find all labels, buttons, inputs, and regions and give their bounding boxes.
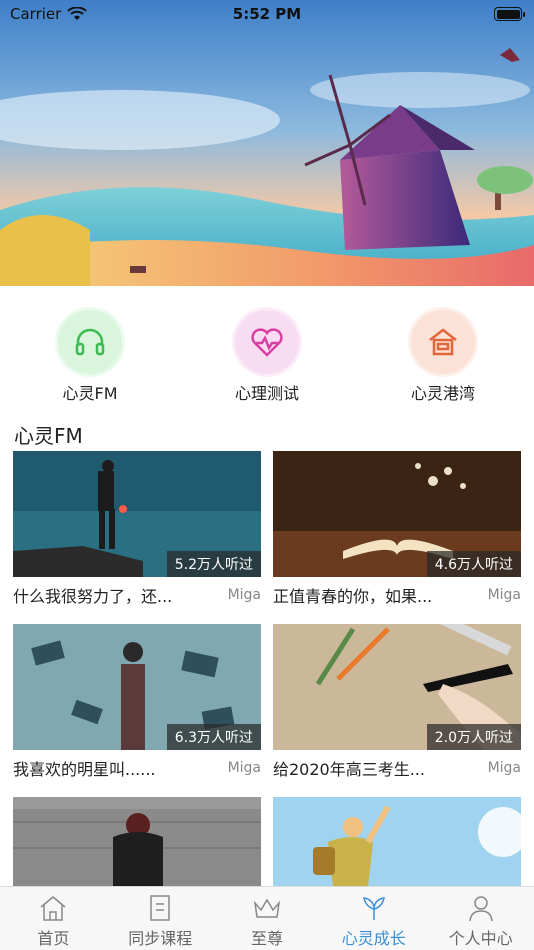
quick-entry-label: 心灵FM: [62, 384, 118, 403]
fm-card[interactable]: 2.0万人听过 给2020年高三考生... Miga: [273, 624, 521, 780]
tab-home[interactable]: 首页: [0, 887, 107, 950]
quick-entry-fm[interactable]: 心灵FM: [30, 310, 150, 404]
quick-entry-harbor[interactable]: 心灵港湾: [383, 310, 503, 404]
heart-pulse-icon: [235, 310, 299, 374]
banner-image[interactable]: [0, 0, 534, 286]
card-author: Miga: [227, 760, 261, 776]
tab-growth[interactable]: 心灵成长: [320, 887, 427, 950]
section-title: 心灵FM: [14, 424, 83, 448]
tab-label: 个人中心: [448, 929, 513, 948]
play-count: 5.2万人听过: [166, 551, 261, 577]
card-author: Miga: [487, 587, 521, 603]
person-icon: [468, 896, 493, 922]
tab-label: 同步课程: [128, 929, 193, 948]
card-thumbnail[interactable]: 6.3万人听过: [13, 624, 261, 750]
headphones-icon: [58, 310, 122, 374]
card-title: 给2020年高三考生...: [273, 760, 425, 779]
tab-label: 首页: [37, 929, 70, 948]
fm-card[interactable]: 6.3万人听过 我喜欢的明星叫...... Miga: [13, 624, 261, 780]
quick-entries: 心灵FM 心理测试 心灵港湾: [0, 310, 534, 404]
tab-label: 至尊: [250, 929, 283, 948]
play-count: 6.3万人听过: [166, 724, 261, 750]
tab-courses[interactable]: 同步课程: [107, 887, 214, 950]
quick-entry-label: 心理测试: [234, 384, 299, 403]
fm-card[interactable]: 5.2万人听过 什么我很努力了，还... Miga: [13, 451, 261, 607]
house-icon: [411, 310, 475, 374]
tab-profile[interactable]: 个人中心: [427, 887, 534, 950]
tab-premium[interactable]: 至尊: [214, 887, 321, 950]
quick-entry-test[interactable]: 心理测试: [207, 310, 327, 404]
carrier-label: Carrier: [10, 5, 62, 23]
crown-icon: [253, 898, 281, 918]
sprout-icon: [362, 897, 385, 920]
card-title: 什么我很努力了，还...: [13, 587, 173, 606]
fm-card[interactable]: 4.6万人听过 正值青春的你，如果... Miga: [273, 451, 521, 607]
home-icon: [40, 896, 66, 921]
status-bar: Carrier 5:52 PM: [0, 0, 534, 28]
card-title: 我喜欢的明星叫......: [13, 760, 156, 779]
card-title: 正值青春的你，如果...: [273, 587, 433, 606]
play-count: 4.6万人听过: [426, 551, 521, 577]
card-thumbnail[interactable]: 5.2万人听过: [13, 451, 261, 577]
battery-icon: [494, 7, 525, 21]
play-count: 2.0万人听过: [426, 724, 521, 750]
wifi-icon: [67, 7, 88, 20]
tab-label: 心灵成长: [341, 929, 406, 948]
card-author: Miga: [487, 760, 521, 776]
tab-bar: 首页 同步课程 至尊 心灵成长 个人中心: [0, 886, 534, 950]
card-thumbnail[interactable]: 4.6万人听过: [273, 451, 521, 577]
document-icon: [150, 895, 170, 921]
card-thumbnail[interactable]: 2.0万人听过: [273, 624, 521, 750]
quick-entry-label: 心灵港湾: [410, 384, 475, 403]
card-author: Miga: [227, 587, 261, 603]
